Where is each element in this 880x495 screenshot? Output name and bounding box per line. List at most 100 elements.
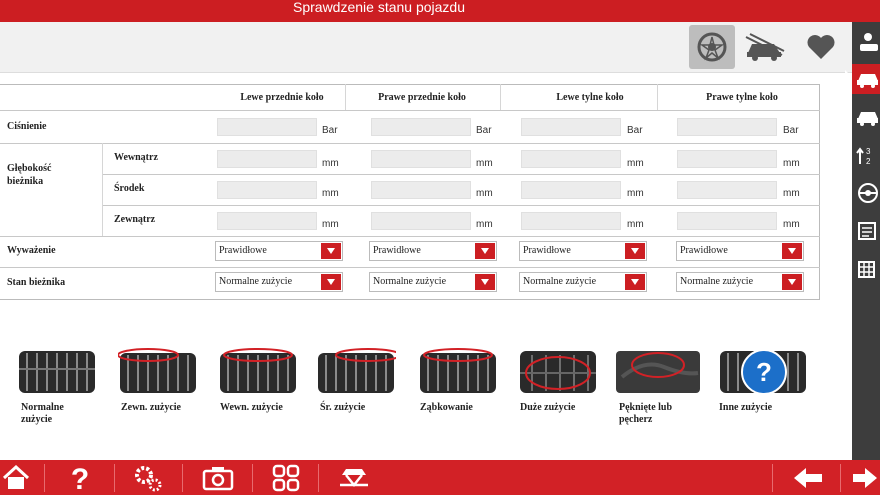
chevron-down-icon[interactable] [782,274,802,290]
wear-label-heavy: Duże zużycie [520,402,576,413]
home-icon [2,464,30,489]
car-damage-tab-button[interactable] [742,25,788,69]
tire-inner-wear-image[interactable] [218,347,298,395]
wear-label-outer: Zewn. zużycie [121,402,181,413]
middle-depth-input-left-front[interactable] [217,181,317,199]
svg-text:?: ? [71,463,89,493]
tire-cupping-image[interactable] [418,347,498,395]
chevron-down-icon[interactable] [321,243,341,259]
wheel-icon [697,32,727,62]
pressure-unit: Bar [783,125,799,136]
outer-depth-input-left-front[interactable] [217,212,317,230]
depth-unit: mm [783,219,800,230]
chevron-down-icon[interactable] [475,243,495,259]
tread-state-value: Normalne zużycie [219,276,293,287]
car-front-icon [857,74,878,88]
sidebar-item-steering[interactable] [852,178,880,208]
sidebar-item-document[interactable] [852,216,880,246]
title-bar: Sprawdzenie stanu pojazdu [0,0,880,22]
help-icon: ? [71,463,89,493]
depth-unit: mm [322,158,339,169]
help-button[interactable]: ? [62,460,98,495]
tread-state-value: Normalne zużycie [523,276,597,287]
tread-state-select-right-rear[interactable]: Normalne zużycie [676,272,804,292]
outer-depth-input-right-front[interactable] [371,212,471,230]
sidebar-item-customer[interactable] [852,28,880,58]
pressure-input-right-rear[interactable] [677,118,777,136]
camera-button[interactable] [198,460,238,495]
inner-depth-input-right-rear[interactable] [677,150,777,168]
sidebar-item-pressure[interactable]: 32 [852,140,880,170]
column-header-left-rear: Lewe tylne koło [556,92,624,103]
row-label-tread-state: Stan bieżnika [7,277,66,288]
balance-select-left-rear[interactable]: Prawidłowe [519,241,647,261]
lift-icon [340,468,368,487]
heart-icon [807,35,835,59]
apps-button[interactable] [266,460,306,495]
settings-icon [135,465,162,491]
grid-icon [858,261,875,278]
sidebar-item-vehicle-check[interactable] [852,64,880,94]
forward-button[interactable] [852,460,880,495]
sidebar-item-car[interactable] [852,102,880,132]
row-label-tread-depth: Głębokość bieżnika [7,163,52,187]
chevron-down-icon[interactable] [625,243,645,259]
home-button[interactable] [0,460,32,495]
pressure-unit: Bar [627,125,643,136]
balance-value: Prawidłowe [373,245,421,256]
pressure-input-left-front[interactable] [217,118,317,136]
middle-depth-input-right-rear[interactable] [677,181,777,199]
chevron-down-icon[interactable] [475,274,495,290]
inner-depth-input-right-front[interactable] [371,150,471,168]
column-header-right-front: Prawe przednie koło [378,92,466,103]
balance-value: Prawidłowe [219,245,267,256]
balance-select-right-front[interactable]: Prawidłowe [369,241,497,261]
tire-normal-wear-image[interactable] [17,347,97,395]
tread-state-value: Normalne zużycie [373,276,447,287]
tire-cracked-bulge-image[interactable] [614,347,702,395]
depth-unit: mm [476,188,493,199]
inner-depth-input-left-rear[interactable] [521,150,621,168]
sidebar-item-grid[interactable] [852,254,880,284]
person-car-icon [860,33,878,51]
tread-state-select-left-front[interactable]: Normalne zużycie [215,272,343,292]
tire-center-wear-image[interactable] [316,347,396,395]
balance-select-left-front[interactable]: Prawidłowe [215,241,343,261]
wear-label-other: Inne zużycie [719,402,773,413]
inner-depth-input-left-front[interactable] [217,150,317,168]
tread-state-value: Normalne zużycie [680,276,754,287]
car-side-icon [857,112,878,126]
favorite-tab-button[interactable] [798,25,844,69]
tire-other-wear-image[interactable]: ? [718,347,808,395]
tread-state-select-right-front[interactable]: Normalne zużycie [369,272,497,292]
sidebar-active-indicator [845,70,851,82]
settings-button[interactable] [130,460,166,495]
pressure-input-left-rear[interactable] [521,118,621,136]
middle-depth-input-left-rear[interactable] [521,181,621,199]
tire-heavy-wear-image[interactable] [518,347,598,395]
camera-icon [202,466,234,490]
outer-depth-input-right-rear[interactable] [677,212,777,230]
chevron-down-icon[interactable] [321,274,341,290]
middle-depth-input-right-front[interactable] [371,181,471,199]
bottom-bar: ? [0,460,880,495]
wear-label-cupping: Ząbkowanie [420,402,473,413]
wheel-tab-button[interactable] [689,25,735,69]
steering-icon [858,183,878,203]
row-label-inner: Wewnątrz [114,152,158,163]
outer-depth-input-left-rear[interactable] [521,212,621,230]
svg-text:2: 2 [866,157,871,166]
chevron-down-icon[interactable] [782,243,802,259]
tire-outer-wear-image[interactable] [118,347,198,395]
balance-select-right-rear[interactable]: Prawidłowe [676,241,804,261]
column-header-left-front: Lewe przednie koło [240,92,324,103]
document-icon [858,222,876,240]
tread-state-select-left-rear[interactable]: Normalne zużycie [519,272,647,292]
chevron-down-icon[interactable] [625,274,645,290]
column-header-right-rear: Prawe tylne koło [706,92,778,103]
lift-button[interactable] [334,460,374,495]
back-button[interactable] [788,460,828,495]
pressure-input-right-front[interactable] [371,118,471,136]
pressure-unit: Bar [322,125,338,136]
depth-unit: mm [322,219,339,230]
